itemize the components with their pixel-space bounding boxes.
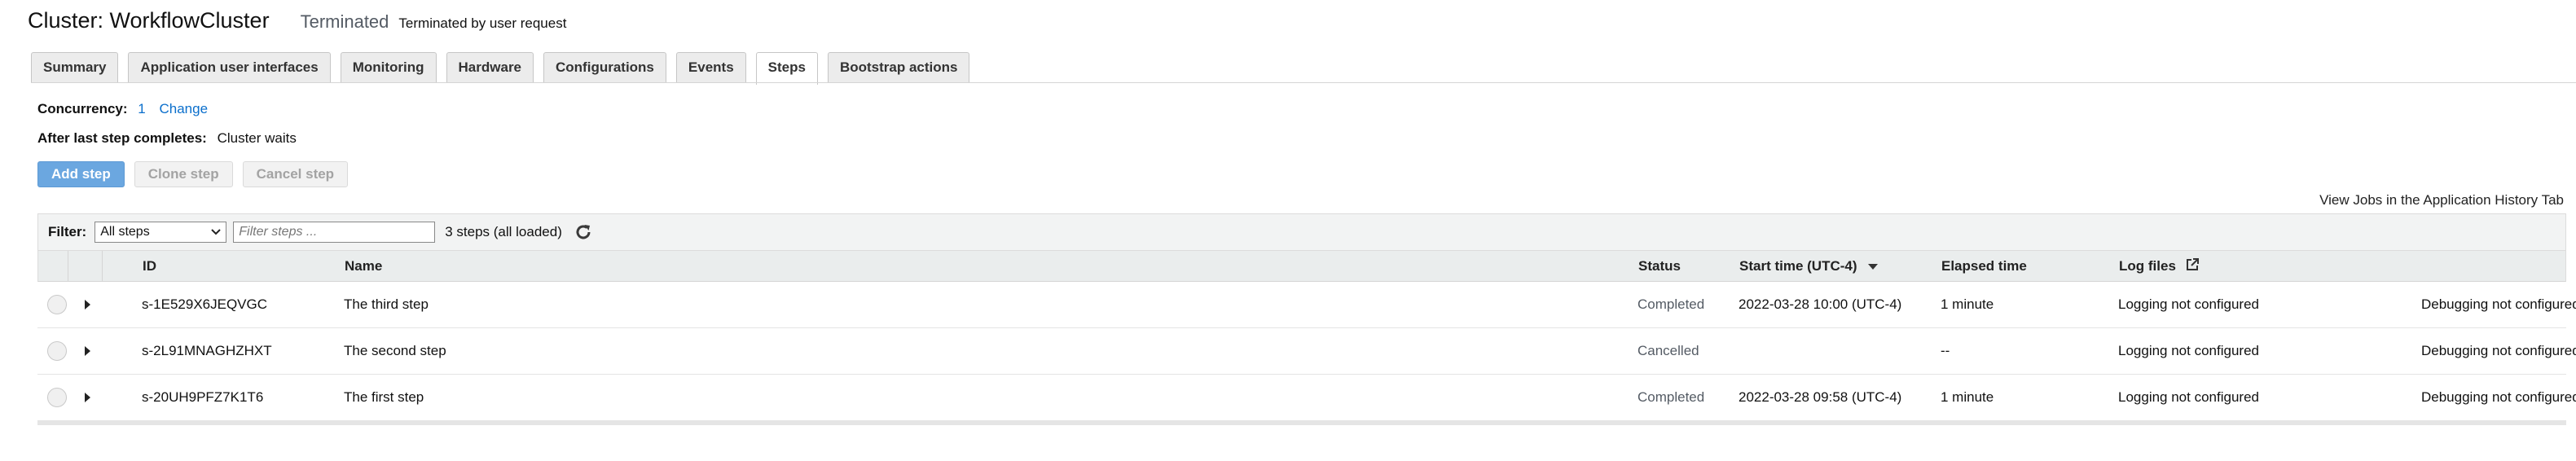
external-link-icon [2186,258,2199,270]
cluster-state-reason: Terminated by user request [398,15,567,31]
row-select-radio[interactable] [47,375,67,420]
tab-hardware[interactable]: Hardware [446,52,534,83]
step-id: s-1E529X6JEQVGC [142,296,268,312]
step-start-time: 2022-03-28 09:58 (UTC-4) [1739,389,1902,405]
cluster-state: Terminated [300,11,389,32]
table-bottom-border [37,421,2566,425]
tab-bootstrap-actions[interactable]: Bootstrap actions [827,52,970,83]
cluster-tabs: Summary Application user interfaces Moni… [31,52,979,85]
after-last-step-value: Cluster waits [217,130,297,146]
step-elapsed-time: 1 minute [1941,389,1994,405]
steps-table: Filter: All steps Filter steps ... 3 ste… [37,213,2576,425]
table-header: ID Name Status Start time (UTC-4) Elapse… [37,251,2566,282]
step-debugging: Debugging not configured [2421,296,2576,312]
column-log-files-label: Log files [2119,258,2176,274]
column-elapsed-time[interactable]: Elapsed time [1941,251,2027,282]
column-name[interactable]: Name [345,251,382,282]
table-row[interactable]: s-1E529X6JEQVGC The third step Completed… [37,282,2576,328]
tab-steps[interactable]: Steps [755,52,818,85]
after-last-step-label: After last step completes: [37,130,207,146]
tab-configurations[interactable]: Configurations [543,52,666,83]
step-log-files: Logging not configured [2118,296,2259,312]
column-id[interactable]: ID [143,251,156,282]
step-log-files: Logging not configured [2118,343,2259,358]
step-name: The first step [344,389,424,405]
step-elapsed-time: 1 minute [1941,296,1994,312]
expand-caret-icon[interactable] [85,375,90,420]
tab-divider [31,82,2576,83]
step-start-time: 2022-03-28 10:00 (UTC-4) [1739,296,1902,312]
table-row[interactable]: s-20UH9PFZ7K1T6 The first step Completed… [37,375,2576,421]
step-id: s-20UH9PFZ7K1T6 [142,389,264,405]
step-id: s-2L91MNAGHZHXT [142,343,272,358]
table-row[interactable]: s-2L91MNAGHZHXT The second step Cancelle… [37,328,2576,375]
add-step-button[interactable]: Add step [37,161,125,187]
sort-desc-icon[interactable] [1867,262,1879,270]
column-status[interactable]: Status [1638,251,1681,282]
step-log-files: Logging not configured [2118,389,2259,405]
step-actions: Add step Clone step Cancel step [37,161,358,187]
column-start-time-label: Start time (UTC-4) [1739,258,1857,274]
chevron-down-icon [211,229,221,235]
step-elapsed-time: -- [1941,343,1950,358]
tab-summary[interactable]: Summary [31,52,119,83]
column-log-files[interactable]: Log files [2119,251,2200,282]
row-select-radio[interactable] [47,328,67,374]
application-history-link[interactable]: View Jobs in the Application History Tab [2319,192,2564,209]
filter-label: Filter: [48,224,87,239]
cancel-step-button[interactable]: Cancel step [242,161,349,187]
step-status: Completed [1637,296,1705,312]
filter-steps-input[interactable]: Filter steps ... [233,222,436,243]
change-concurrency-link[interactable]: Change [159,101,208,116]
step-status: Completed [1637,389,1705,405]
step-status: Cancelled [1637,343,1699,358]
tab-application-user-interfaces[interactable]: Application user interfaces [128,52,331,83]
filter-select[interactable]: All steps [95,222,227,243]
step-name: The third step [344,296,429,312]
step-name: The second step [344,343,446,358]
title-bar: Cluster: WorkflowCluster Terminated Term… [28,8,566,41]
step-debugging: Debugging not configured [2421,343,2576,358]
clone-step-button[interactable]: Clone step [134,161,233,187]
tab-monitoring[interactable]: Monitoring [340,52,437,83]
after-last-step-line: After last step completes: Cluster waits [37,130,297,147]
expand-caret-icon[interactable] [85,282,90,327]
step-debugging: Debugging not configured [2421,389,2576,405]
filter-bar: Filter: All steps Filter steps ... 3 ste… [37,213,2566,251]
concurrency-label: Concurrency: [37,101,128,116]
refresh-icon[interactable] [574,222,593,242]
filter-selected-value: All steps [100,225,150,239]
tab-events[interactable]: Events [675,52,746,83]
concurrency-value: 1 [138,101,146,116]
cluster-title: Cluster: WorkflowCluster [28,8,270,33]
row-select-radio[interactable] [47,282,67,327]
steps-count: 3 steps (all loaded) [445,224,562,239]
column-start-time[interactable]: Start time (UTC-4) [1739,251,1879,282]
concurrency-line: Concurrency: 1 Change [37,101,208,117]
expand-caret-icon[interactable] [85,328,90,374]
